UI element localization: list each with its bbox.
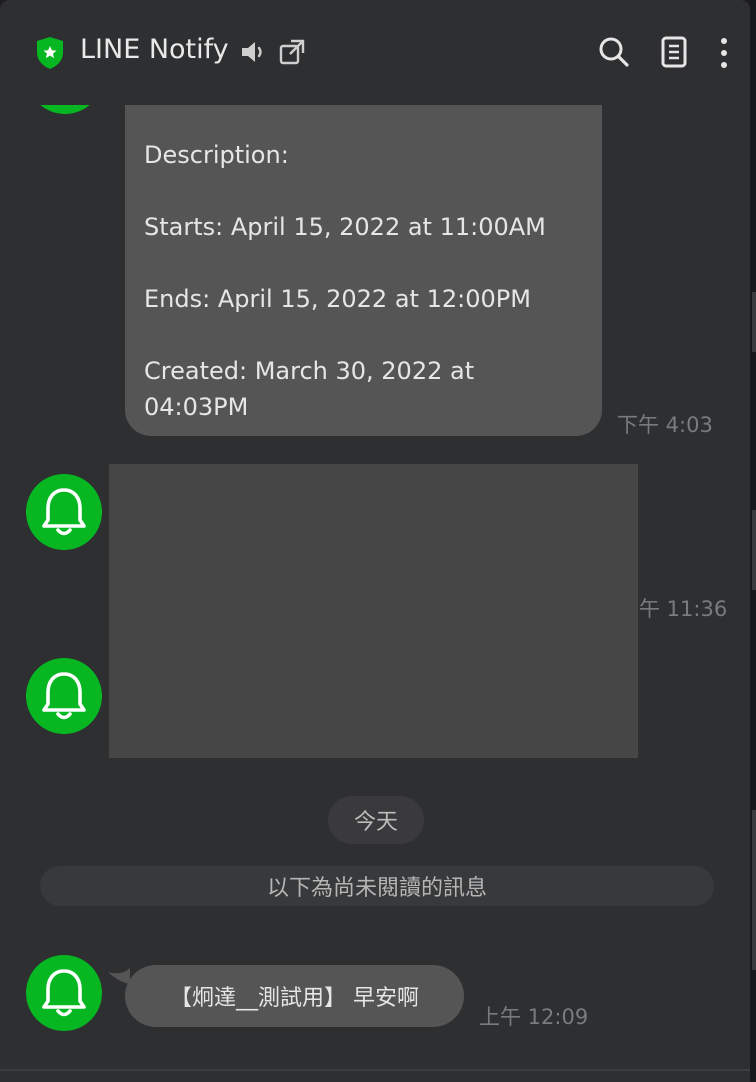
bell-icon xyxy=(42,488,86,536)
bell-icon xyxy=(42,969,86,1017)
message-line: Starts: April 15, 2022 at 11:00AM xyxy=(144,213,546,241)
sender-avatar[interactable] xyxy=(26,658,102,734)
bell-icon xyxy=(42,672,86,720)
message-line: Created: March 30, 2022 at xyxy=(144,357,475,385)
chat-window: Description: Starts: April 15, 2022 at 1… xyxy=(0,0,750,1082)
message-line: 04:03PM xyxy=(144,393,249,421)
message-timestamp: 下午 4:03 xyxy=(617,413,713,437)
search-icon[interactable] xyxy=(598,36,630,68)
input-divider xyxy=(0,1069,750,1071)
chat-area[interactable]: Description: Starts: April 15, 2022 at 1… xyxy=(0,0,750,1082)
external-window-icon[interactable] xyxy=(278,38,306,66)
message-line: Description: xyxy=(144,141,289,169)
message-timestamp: 上午 12:09 xyxy=(479,1005,589,1029)
sender-avatar[interactable] xyxy=(26,474,102,550)
window-edge xyxy=(750,0,756,1082)
chat-header: LINE Notify xyxy=(0,0,750,105)
chat-title: LINE Notify xyxy=(80,34,229,65)
more-icon[interactable] xyxy=(718,36,730,70)
message-bubble[interactable]: 【炯達__測試用】 早安啊 xyxy=(125,965,464,1027)
speaker-icon[interactable] xyxy=(240,40,266,64)
sender-avatar[interactable] xyxy=(26,955,102,1031)
message-timestamp: 午 11:36 xyxy=(639,597,728,621)
shield-icon xyxy=(37,37,63,69)
unread-divider: 以下為尚未閱讀的訊息 xyxy=(40,866,714,906)
notes-icon[interactable] xyxy=(660,36,688,68)
date-separator: 今天 xyxy=(328,796,424,844)
message-line: Ends: April 15, 2022 at 12:00PM xyxy=(144,285,531,313)
image-message[interactable] xyxy=(109,464,638,758)
